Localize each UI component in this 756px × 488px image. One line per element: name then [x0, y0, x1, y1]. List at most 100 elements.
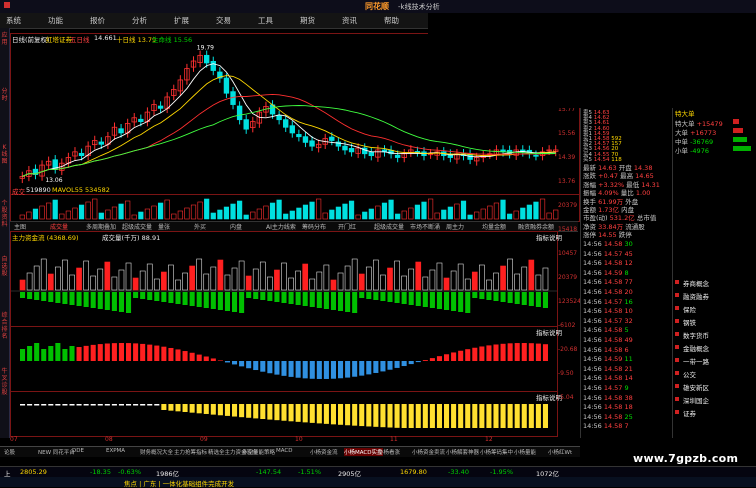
bottom-tab[interactable]: 小杨看涨	[378, 448, 400, 456]
left-tab[interactable]: 自选股	[0, 256, 9, 277]
menu-item[interactable]: 分析	[132, 15, 147, 26]
indicator-tab[interactable]: 开门红	[338, 222, 356, 231]
indicator-tab[interactable]: 超级成交量	[374, 222, 404, 231]
tick-price: 14.58	[603, 336, 625, 344]
bottom-tab[interactable]: 小杨解套神器	[446, 448, 479, 456]
indicator-tab[interactable]: 多周期叠加	[86, 222, 116, 231]
sector-item[interactable]: 雄安新区	[683, 382, 709, 392]
tick-volume: 21	[624, 364, 633, 373]
candle	[210, 61, 216, 71]
index-sh-change: -18.35	[90, 468, 111, 476]
flow-bar-down	[330, 292, 336, 310]
indicator-tab[interactable]: 内盘	[230, 222, 242, 231]
indicator-tab[interactable]: 外买	[194, 222, 206, 231]
bottom-tab[interactable]: NEW 同花平台	[38, 448, 75, 456]
flow-bar-down	[302, 292, 308, 306]
menu-item[interactable]: 功能	[48, 15, 63, 26]
volume-bar	[381, 202, 388, 220]
bottom-tab[interactable]: 小杨红Wt	[548, 448, 572, 456]
money-flow-panel[interactable]	[10, 231, 558, 327]
news-ticker[interactable]: 焦点 | 广东 | 一体化基础组件完成开发	[0, 477, 756, 488]
flow-bar-down	[168, 292, 174, 303]
trend-bar	[20, 404, 26, 406]
volume-bar	[237, 200, 243, 220]
flow-bar-down	[288, 292, 294, 304]
tick-time: 14:56	[583, 297, 604, 306]
tick-list: 14:56 14.58 30 14:56 14.57 45 14:56 14.58 …	[581, 240, 673, 438]
indicator-tab[interactable]: 量张	[158, 222, 170, 231]
sector-item[interactable]: 公交	[683, 369, 696, 379]
trend-bar	[97, 404, 103, 406]
sector-item[interactable]: 融资融券	[683, 291, 709, 301]
bottom-tab[interactable]: 多空量能策略	[242, 448, 275, 456]
left-tab[interactable]: 分时	[0, 88, 9, 102]
indicator-tab[interactable]: 市场不断涌	[410, 222, 440, 231]
left-tab[interactable]: 综合排名	[0, 312, 9, 340]
sector-item[interactable]: 深圳国企	[683, 395, 709, 405]
bottom-tab[interactable]: 财务概况大全	[140, 448, 173, 456]
indicator-tab[interactable]: 融资融券余额	[518, 222, 554, 231]
flow-bar-down	[161, 292, 167, 302]
bottom-tab[interactable]: 小杨筹码集中	[480, 448, 513, 456]
macd-bar	[422, 360, 428, 361]
tick-price: 14.58	[603, 412, 625, 421]
flow-bar-down	[274, 292, 280, 302]
indicator-tab[interactable]: 均量金额	[482, 222, 506, 231]
menu-item[interactable]: 帮助	[384, 15, 399, 26]
volume-bar	[322, 212, 328, 220]
flow-bar-up	[274, 269, 280, 291]
low-mark: 13.06	[45, 177, 62, 184]
stat-row: 涨停 14.55 跌停	[583, 229, 632, 239]
indicator-tab[interactable]: AI主力线索	[266, 222, 296, 231]
menu-item[interactable]: 报价	[90, 15, 105, 26]
trend-panel[interactable]	[10, 391, 558, 437]
left-tab[interactable]: 牛叉诊股	[0, 368, 9, 396]
trend-bar	[62, 404, 68, 406]
menu-item[interactable]: 扩展	[174, 15, 189, 26]
sector-item[interactable]: 数字货币	[683, 330, 709, 340]
bottom-tab[interactable]: 论股	[4, 448, 15, 456]
flow-bar-down	[76, 292, 82, 306]
sector-item[interactable]: 保险	[683, 304, 696, 314]
sector-item[interactable]: 钢铁	[683, 317, 696, 327]
tick-price: 14.58	[603, 307, 625, 316]
menu-item[interactable]: 资讯	[342, 15, 357, 26]
flow-bar-up	[337, 272, 344, 291]
capital-bar	[733, 146, 751, 151]
macd-panel[interactable]	[10, 326, 558, 392]
bottom-tab[interactable]: 小杨资金卖流	[412, 448, 445, 456]
bottom-tab[interactable]: 小杨MACD实盘	[344, 448, 383, 456]
bottom-tab[interactable]: 小杨量能	[514, 448, 536, 456]
indicator-tab[interactable]: 周主力	[446, 222, 464, 231]
ma10-value: 十日线 13.79	[116, 36, 157, 44]
menu-item[interactable]: 期货	[300, 15, 315, 26]
left-tab[interactable]: 应用	[0, 32, 9, 46]
sector-item[interactable]: 一带一路	[683, 356, 709, 366]
bottom-tab[interactable]: EXPMA	[106, 448, 125, 454]
trend-bar	[514, 404, 520, 428]
date-axis: 07 08 09 10 11 12	[10, 436, 578, 445]
menu-item[interactable]: 系统	[6, 15, 21, 26]
sector-item[interactable]: 金融概念	[683, 343, 709, 353]
menu-item[interactable]: 工具	[258, 15, 273, 26]
volume-panel[interactable]	[10, 194, 580, 222]
bottom-tab[interactable]: 主力抢筹指标	[174, 448, 207, 456]
indicator-tab[interactable]: 筹码分布	[302, 222, 326, 231]
tick-price: 14.58	[603, 240, 625, 248]
left-tab[interactable]: 个股资料	[0, 200, 9, 228]
bottom-tab[interactable]: MACD	[276, 448, 293, 454]
volume-bar	[289, 210, 295, 220]
bottom-tab[interactable]: DDE	[72, 448, 84, 454]
left-tab[interactable]: K线图	[0, 144, 9, 165]
menu-item[interactable]: 交易	[216, 15, 231, 26]
indicator-tab[interactable]: 超级成交量	[122, 222, 152, 231]
indicator-tab[interactable]: 主图	[14, 222, 26, 231]
flow-bar-down	[535, 292, 541, 307]
trend-bar	[210, 404, 216, 415]
sector-item[interactable]: 券商概念	[683, 278, 709, 288]
sector-dot-icon	[675, 358, 679, 362]
flow-bar-down	[175, 292, 181, 304]
bottom-tab[interactable]: 小杨资金流	[310, 448, 338, 456]
indicator-tab[interactable]: 成交量	[50, 222, 68, 231]
sector-item[interactable]: 证券	[683, 408, 696, 418]
